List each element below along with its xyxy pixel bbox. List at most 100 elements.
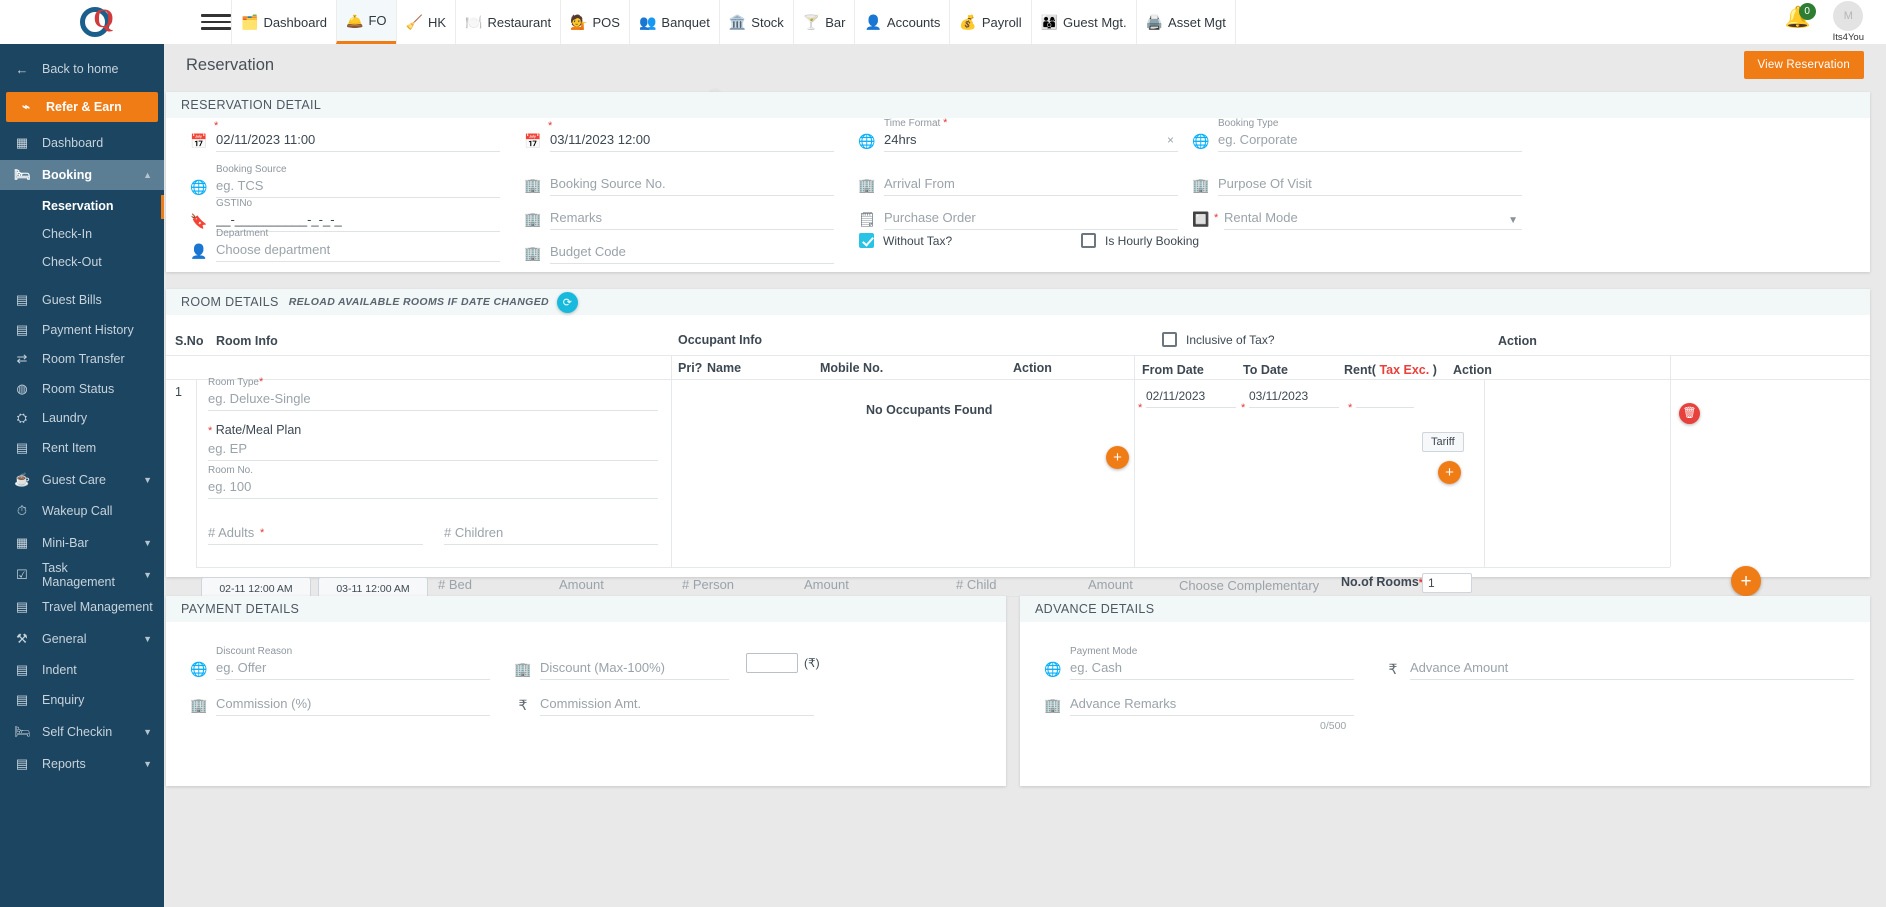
tariff-button[interactable]: Tariff: [1422, 432, 1464, 452]
purpose-of-visit-field[interactable]: 🏢: [1192, 164, 1522, 196]
app-logo[interactable]: Q: [0, 0, 197, 44]
sidebar-item-booking[interactable]: 🛏 Booking ▲: [0, 159, 164, 190]
complementary-input[interactable]: [1179, 576, 1319, 597]
menu-toggle-icon[interactable]: [201, 14, 231, 30]
rate-meal-plan-field[interactable]: [208, 431, 658, 461]
sidebar-item-check-out[interactable]: Check-Out: [0, 248, 164, 276]
nav-tab-fo[interactable]: 🛎️ FO: [336, 0, 396, 44]
sidebar-item-enquiry[interactable]: ▤ Enquiry: [0, 685, 164, 715]
sidebar-item-self-checkin[interactable]: 🛏 Self Checkin ▼: [0, 717, 164, 747]
room-type-input[interactable]: [208, 389, 658, 411]
advance-amount-input[interactable]: [1410, 658, 1854, 680]
rent-amount-input[interactable]: [1356, 387, 1414, 408]
sidebar-item-guest-bills[interactable]: ▤ Guest Bills: [0, 286, 164, 316]
extra-bed-amount-field[interactable]: [559, 571, 669, 597]
from-datetime-input[interactable]: [216, 130, 500, 152]
sidebar-item-rent-item[interactable]: ▤ Rent Item: [0, 433, 164, 463]
add-room-button[interactable]: +: [1731, 566, 1761, 596]
time-format-field[interactable]: 🌐 Time Format * ×: [858, 110, 1178, 152]
nav-tab-dashboard[interactable]: 🗂️ Dashboard: [231, 0, 336, 44]
nav-tab-restaurant[interactable]: 🍽️ Restaurant: [455, 0, 560, 44]
arrival-from-input[interactable]: [884, 174, 1178, 196]
extra-person-amount-input[interactable]: [804, 575, 914, 597]
room-no-field[interactable]: Room No.: [208, 465, 658, 499]
extra-person-amount-field[interactable]: [804, 571, 914, 597]
extra-person-field[interactable]: [682, 571, 792, 597]
remarks-input[interactable]: [550, 208, 834, 230]
nav-tab-bar[interactable]: 🍸 Bar: [792, 0, 855, 44]
from-datetime-field[interactable]: 📅 *: [190, 120, 500, 152]
department-field[interactable]: 👤 Department: [190, 220, 500, 262]
sidebar-item-general[interactable]: ⚒ General ▼: [0, 624, 164, 654]
sidebar-item-check-in[interactable]: Check-In: [0, 220, 164, 248]
purchase-order-input[interactable]: [884, 208, 1178, 230]
nav-tab-guest-mgt[interactable]: 👨‍👩‍👦 Guest Mgt.: [1030, 0, 1136, 44]
booking-source-no-field[interactable]: 🏢: [524, 164, 834, 196]
sidebar-item-guest-care[interactable]: ☕ Guest Care ▼: [0, 465, 164, 495]
nav-tab-stock[interactable]: 🏛️ Stock: [718, 0, 793, 44]
commission-amt-input[interactable]: [540, 694, 814, 716]
sidebar-item-mini-bar[interactable]: ▦ Mini-Bar ▼: [0, 528, 164, 558]
sidebar-item-travel-management[interactable]: ▤ Travel Management: [0, 592, 164, 622]
booking-source-no-input[interactable]: [550, 174, 834, 196]
user-menu[interactable]: M Its4You: [1833, 1, 1864, 43]
extra-child-input[interactable]: [956, 575, 1066, 597]
adults-input[interactable]: [208, 523, 423, 545]
rental-mode-field[interactable]: 🔲 * ▼: [1192, 198, 1522, 230]
purchase-order-field[interactable]: 🗒: [858, 198, 1178, 230]
to-datetime-input[interactable]: [550, 130, 834, 152]
department-input[interactable]: [216, 240, 500, 262]
sidebar-item-indent[interactable]: ▤ Indent: [0, 656, 164, 686]
room-no-input[interactable]: [208, 477, 658, 499]
remarks-field[interactable]: 🏢: [524, 198, 834, 230]
add-rent-row-button[interactable]: +: [1438, 461, 1461, 484]
commission-pct-field[interactable]: 🏢: [190, 684, 490, 716]
adults-field[interactable]: *: [208, 517, 423, 545]
sidebar-item-laundry[interactable]: ⛭ Laundry: [0, 404, 164, 434]
discount-reason-field[interactable]: 🌐 Discount Reason: [190, 638, 490, 680]
payment-mode-input[interactable]: [1070, 658, 1354, 680]
budget-code-field[interactable]: 🏢: [524, 232, 834, 264]
sidebar-item-room-transfer[interactable]: ⇄ Room Transfer: [0, 345, 164, 375]
sidebar-item-reservation[interactable]: Reservation: [0, 192, 164, 220]
nav-tab-accounts[interactable]: 👤 Accounts: [854, 0, 949, 44]
booking-type-field[interactable]: 🌐 Booking Type: [1192, 110, 1522, 152]
rent-to-date-field[interactable]: [1249, 387, 1339, 408]
extra-bed-input[interactable]: [438, 575, 548, 597]
rental-mode-input[interactable]: [1224, 208, 1522, 230]
booking-type-input[interactable]: [1218, 130, 1522, 152]
extra-child-field[interactable]: [956, 571, 1066, 597]
complementary-field[interactable]: [1179, 571, 1319, 597]
notifications-button[interactable]: 🔔 0: [1785, 3, 1816, 37]
sidebar-item-reports[interactable]: ▤ Reports ▼: [0, 749, 164, 779]
rent-from-date-input[interactable]: [1146, 387, 1236, 408]
extra-bed-field[interactable]: [438, 571, 548, 597]
purpose-of-visit-input[interactable]: [1218, 174, 1522, 196]
rent-amount-field[interactable]: [1356, 387, 1414, 408]
arrival-from-field[interactable]: 🏢: [858, 164, 1178, 196]
nav-tab-asset-mgt[interactable]: 🖨️ Asset Mgt: [1135, 0, 1236, 44]
commission-pct-input[interactable]: [216, 694, 490, 716]
advance-remarks-field[interactable]: 🏢: [1044, 684, 1354, 716]
no-of-rooms-input[interactable]: [1422, 573, 1472, 593]
rent-from-date-field[interactable]: [1146, 387, 1236, 408]
time-format-input[interactable]: [884, 130, 1178, 152]
rate-meal-plan-input[interactable]: [208, 439, 658, 461]
inclusive-of-tax-checkbox[interactable]: Inclusive of Tax?: [1162, 332, 1275, 347]
without-tax-checkbox[interactable]: Without Tax?: [859, 233, 952, 248]
rent-to-date-input[interactable]: [1249, 387, 1339, 408]
sidebar-item-room-status[interactable]: ◍ Room Status: [0, 374, 164, 404]
budget-code-input[interactable]: [550, 242, 834, 264]
is-hourly-booking-checkbox[interactable]: Is Hourly Booking: [1081, 233, 1199, 248]
discount-input[interactable]: [540, 658, 729, 680]
discount-field[interactable]: 🏢: [514, 648, 729, 680]
advance-amount-field[interactable]: ₹: [1384, 648, 1854, 680]
advance-remarks-input[interactable]: [1070, 694, 1354, 716]
payment-mode-field[interactable]: 🌐 Payment Mode: [1044, 638, 1354, 680]
sidebar-item-task-management[interactable]: ☑ Task Management ▼: [0, 560, 164, 590]
clear-icon[interactable]: ×: [1167, 133, 1174, 147]
sidebar-item-payment-history[interactable]: ▤ Payment History: [0, 315, 164, 345]
sidebar-item-back-to-home[interactable]: ← Back to home: [0, 52, 164, 86]
discount-reason-input[interactable]: [216, 658, 490, 680]
commission-amt-field[interactable]: ₹: [514, 684, 814, 716]
